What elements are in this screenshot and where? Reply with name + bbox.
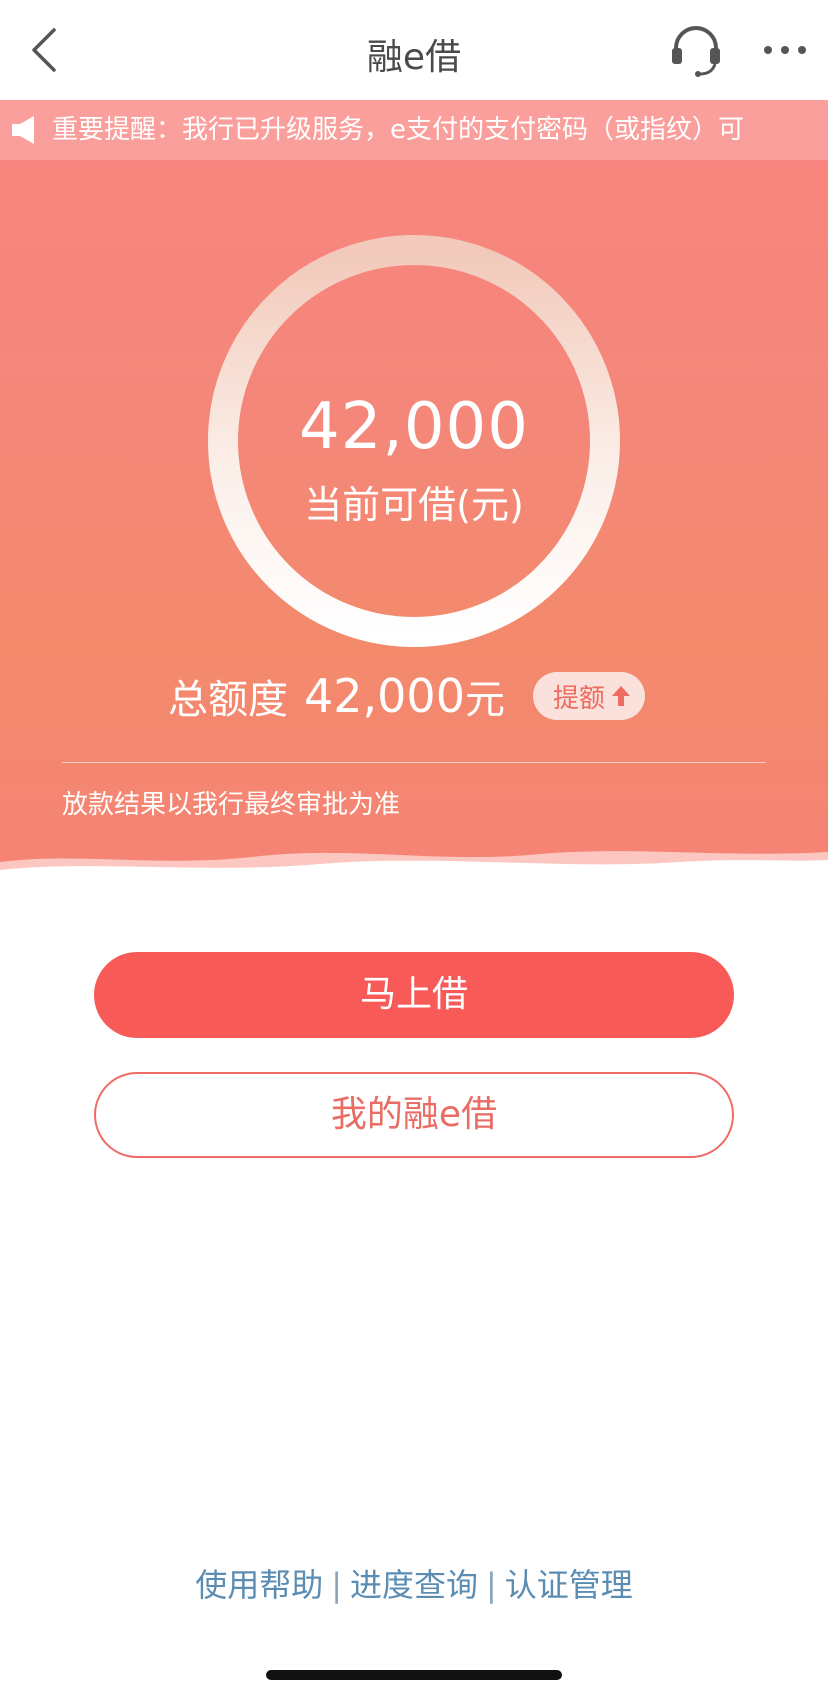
footer-links: 使用帮助 | 进度查询 | 认证管理	[0, 1560, 828, 1606]
speaker-icon	[12, 116, 34, 144]
more-button[interactable]	[760, 36, 810, 64]
total-credit-unit: 元	[464, 677, 505, 723]
total-credit-amount: 42,000	[304, 669, 465, 723]
page: 融e借 重要提醒：我行已升级服务，e支付的支付密码（或指纹）可 42,000 当…	[0, 0, 828, 1696]
help-link[interactable]: 使用帮助	[195, 1566, 323, 1604]
raise-limit-label: 提额	[552, 683, 605, 714]
available-label: 当前可借(元)	[304, 483, 524, 527]
headset-icon	[672, 26, 720, 77]
disclaimer-text: 放款结果以我行最终审批为准	[62, 790, 401, 820]
my-loans-button[interactable]: 我的融e借	[94, 1072, 734, 1158]
divider	[62, 762, 766, 763]
home-indicator	[266, 1670, 562, 1680]
raise-limit-button[interactable]: 提额	[532, 672, 645, 720]
footer-separator: |	[486, 1566, 497, 1604]
total-credit-label: 总额度	[168, 677, 288, 723]
auth-management-link[interactable]: 认证管理	[505, 1566, 633, 1604]
total-credit: 总额度 42,000 元 提额	[168, 666, 645, 726]
wave-decoration	[0, 851, 828, 880]
notice-bar[interactable]: 重要提醒：我行已升级服务，e支付的支付密码（或指纹）可	[0, 100, 828, 160]
available-amount: 42,000	[299, 390, 529, 464]
nav-bar: 融e借	[0, 0, 828, 100]
ellipsis-icon	[764, 46, 806, 54]
arrow-up-icon	[611, 686, 630, 706]
footer-separator: |	[331, 1566, 342, 1604]
progress-link[interactable]: 进度查询	[350, 1566, 478, 1604]
customer-service-button[interactable]	[668, 22, 724, 78]
borrow-now-button[interactable]: 马上借	[94, 952, 734, 1038]
notice-text: 重要提醒：我行已升级服务，e支付的支付密码（或指纹）可	[52, 115, 744, 145]
credit-hero: 重要提醒：我行已升级服务，e支付的支付密码（或指纹）可 42,000 当前可借(…	[0, 100, 828, 880]
